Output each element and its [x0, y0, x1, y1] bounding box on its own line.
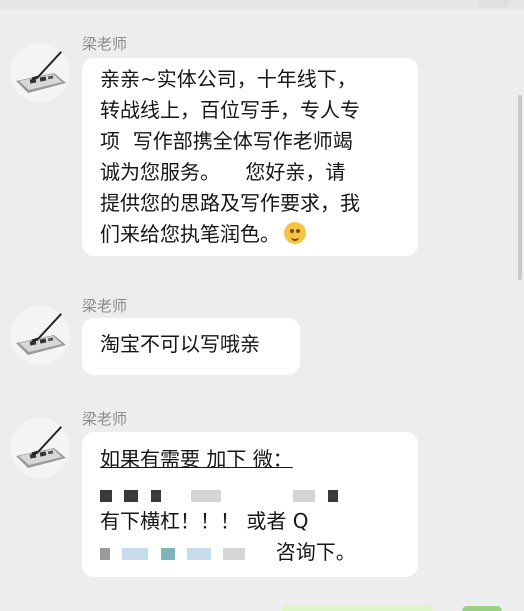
message-bubble[interactable]: 亲亲~实体公司，十年线下， 转战线上，百位写手，专人专 项 写作部携全体写作老师… [82, 58, 418, 256]
redacted-qq-line: 咨询下。 [100, 537, 400, 568]
message-text: 咨询下。 [275, 540, 356, 564]
redacted-block [293, 489, 316, 502]
top-edge [0, 0, 524, 10]
calligraphy-avatar-icon [10, 305, 70, 365]
redacted-block [124, 489, 139, 502]
sender-name: 梁老师 [82, 297, 128, 315]
redacted-block [100, 489, 112, 502]
redacted-block [150, 489, 161, 502]
message-line: 亲亲~实体公司，十年线下， [100, 67, 357, 91]
message-line: 诚为您服务。 您好亲，请 [100, 160, 346, 184]
message-bubble[interactable]: 如果有需要 加下 微： 有下横杠！！！ 或者 Q 咨询下。 [82, 432, 418, 577]
message-line: 转战线上，百位写手，专人专 [100, 98, 360, 122]
avatar[interactable] [10, 418, 70, 478]
redacted-block [122, 547, 149, 560]
redacted-contact-line [100, 475, 400, 506]
message-text: 如果有需要 加下 微： [100, 447, 293, 471]
next-avatar-edge [462, 606, 502, 611]
scrollbar[interactable] [518, 95, 522, 280]
message-text: 们来给您执笔润色。 [100, 222, 280, 246]
calligraphy-avatar-icon [10, 43, 70, 103]
message-line: 有下横杠！！！ 或者 Q [100, 509, 309, 533]
message-line: 提供您的思路及写作要求，我 [100, 191, 360, 215]
redacted-block [327, 489, 338, 502]
message-line: 如果有需要 加下 微： [100, 444, 400, 475]
avatar[interactable] [10, 305, 70, 365]
next-message-bubble-edge [282, 605, 432, 611]
redacted-block [223, 547, 246, 560]
redacted-block [100, 547, 110, 560]
message-line: 淘宝不可以写哦亲 [100, 332, 260, 356]
redacted-block [191, 489, 222, 502]
message-line: 项 写作部携全体写作老师竭 [100, 129, 353, 153]
sender-name: 梁老师 [82, 410, 128, 428]
redacted-block [187, 547, 212, 560]
message-line-last: 们来给您执笔润色。 [100, 219, 400, 250]
calligraphy-avatar-icon [10, 418, 70, 478]
previous-bubble-edge [478, 0, 510, 8]
sender-name: 梁老师 [82, 35, 128, 53]
redacted-block [160, 547, 175, 560]
avatar[interactable] [10, 43, 70, 103]
smiling-face-emoji-icon [284, 222, 306, 244]
message-bubble[interactable]: 淘宝不可以写哦亲 [82, 318, 300, 375]
